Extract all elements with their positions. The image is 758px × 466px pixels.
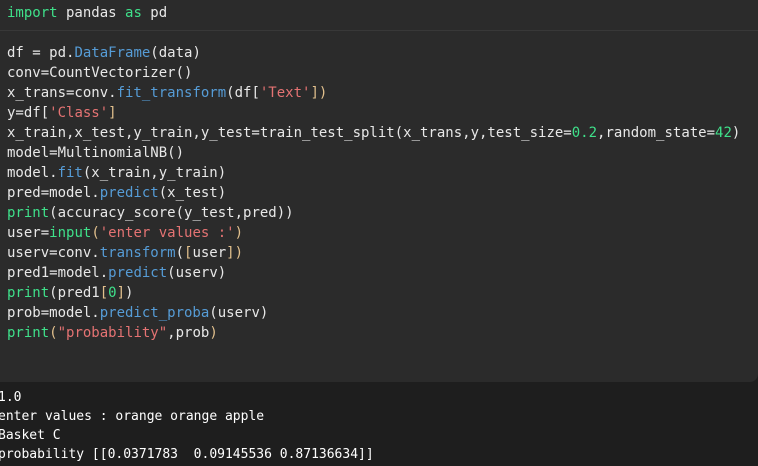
code-token: (data) xyxy=(150,45,201,61)
code-token: DataFrame xyxy=(74,45,151,61)
code-token: ) xyxy=(125,285,134,301)
output-line-prediction: Basket C xyxy=(0,428,61,443)
code-line: prob=model.predict_proba(userv) xyxy=(7,303,740,323)
code-token: [ xyxy=(99,285,109,301)
output-line-probability: probability [[0.0371783 0.09145536 0.871… xyxy=(0,447,374,462)
code-token: prob=model. xyxy=(7,305,100,321)
output-line-input-prompt: enter values : orange orange apple xyxy=(0,409,265,424)
code-token: as xyxy=(125,5,142,21)
code-line: print("probability",prob) xyxy=(7,323,740,343)
code-editor[interactable]: import pandas as pd df = pd.DataFrame(dat… xyxy=(7,3,740,343)
code-token: (pred1 xyxy=(49,285,100,301)
code-token: ] xyxy=(108,105,117,121)
code-line: x_trans=conv.fit_transform(df['Text']) xyxy=(7,83,740,103)
code-line: df = pd.DataFrame(data) xyxy=(7,43,740,63)
code-cell-input[interactable]: import pandas as pd df = pd.DataFrame(dat… xyxy=(0,0,758,382)
code-token: ]) xyxy=(310,85,328,101)
code-token: ) xyxy=(731,125,741,141)
code-token: ) xyxy=(209,325,218,341)
code-token: userv=conv. xyxy=(7,245,100,261)
code-token: 42 xyxy=(715,125,732,141)
code-line: pred1=model.predict(userv) xyxy=(7,263,740,283)
code-token: 0 xyxy=(108,285,117,301)
code-line: pred=model.predict(x_test) xyxy=(7,183,740,203)
code-line: import pandas as pd xyxy=(7,3,740,23)
code-line: y=df['Class'] xyxy=(7,103,740,123)
code-token: ( xyxy=(49,325,58,341)
code-line: conv=CountVectorizer() xyxy=(7,63,740,83)
code-token: ]) xyxy=(226,245,244,261)
code-token: 'Text' xyxy=(259,85,311,101)
code-token: (df[ xyxy=(226,85,260,101)
code-token: pd xyxy=(141,5,168,21)
code-token: x_train,x_test,y_train,y_test=train_test… xyxy=(7,125,572,141)
code-cell-output: 1.0 enter values : orange orange apple Bas… xyxy=(0,385,758,466)
code-token: print xyxy=(7,205,50,221)
code-token: ( xyxy=(175,245,185,261)
code-token: ( xyxy=(91,225,100,241)
code-token: conv=CountVectorizer() xyxy=(7,65,193,81)
code-token: ] xyxy=(116,285,126,301)
code-token: (x_train,y_train) xyxy=(82,165,227,181)
code-token: print xyxy=(7,285,50,301)
code-token: predict_proba xyxy=(99,305,210,321)
code-token: (userv) xyxy=(167,265,227,281)
code-token: user= xyxy=(7,225,50,241)
code-token: 'enter values :' xyxy=(99,225,235,241)
code-token: fit_transform xyxy=(116,85,227,101)
code-token: pred1=model. xyxy=(7,265,109,281)
code-token: pandas xyxy=(57,5,126,21)
code-token: pred=model. xyxy=(7,185,100,201)
code-line: userv=conv.transform([user]) xyxy=(7,243,740,263)
code-token: fit xyxy=(57,165,83,181)
code-line: model=MultinomialNB() xyxy=(7,143,740,163)
code-token: y=df[ xyxy=(7,105,50,121)
code-token: df = pd. xyxy=(7,45,75,61)
code-token: predict xyxy=(99,185,159,201)
code-token: ) xyxy=(234,225,244,241)
output-text: 1.0 enter values : orange orange apple Bas… xyxy=(0,388,374,464)
code-token: 0.2 xyxy=(571,125,598,141)
code-token: print xyxy=(7,325,50,341)
code-token: (userv) xyxy=(209,305,269,321)
code-line: user=input('enter values :') xyxy=(7,223,740,243)
code-token: import xyxy=(7,5,58,21)
code-token: (accuracy_score(y_test,pred)) xyxy=(49,205,294,221)
code-line: x_train,x_test,y_train,y_test=train_test… xyxy=(7,123,740,143)
output-line-accuracy: 1.0 xyxy=(0,390,22,405)
code-token: input xyxy=(49,225,92,241)
code-token: predict xyxy=(108,265,168,281)
code-token: "probability" xyxy=(57,325,168,341)
code-token: ,prob xyxy=(167,325,210,341)
code-token: user xyxy=(192,245,227,261)
code-token: transform xyxy=(99,245,176,261)
code-line: print(pred1[0]) xyxy=(7,283,740,303)
code-token: model=MultinomialNB() xyxy=(7,145,185,161)
code-token: 'Class' xyxy=(49,105,109,121)
code-token: model. xyxy=(7,165,58,181)
code-token: x_trans=conv. xyxy=(7,85,117,101)
code-token: (x_test) xyxy=(158,185,227,201)
code-token: ,random_state= xyxy=(597,125,716,141)
code-line: model.fit(x_train,y_train) xyxy=(7,163,740,183)
code-line: print(accuracy_score(y_test,pred)) xyxy=(7,203,740,223)
